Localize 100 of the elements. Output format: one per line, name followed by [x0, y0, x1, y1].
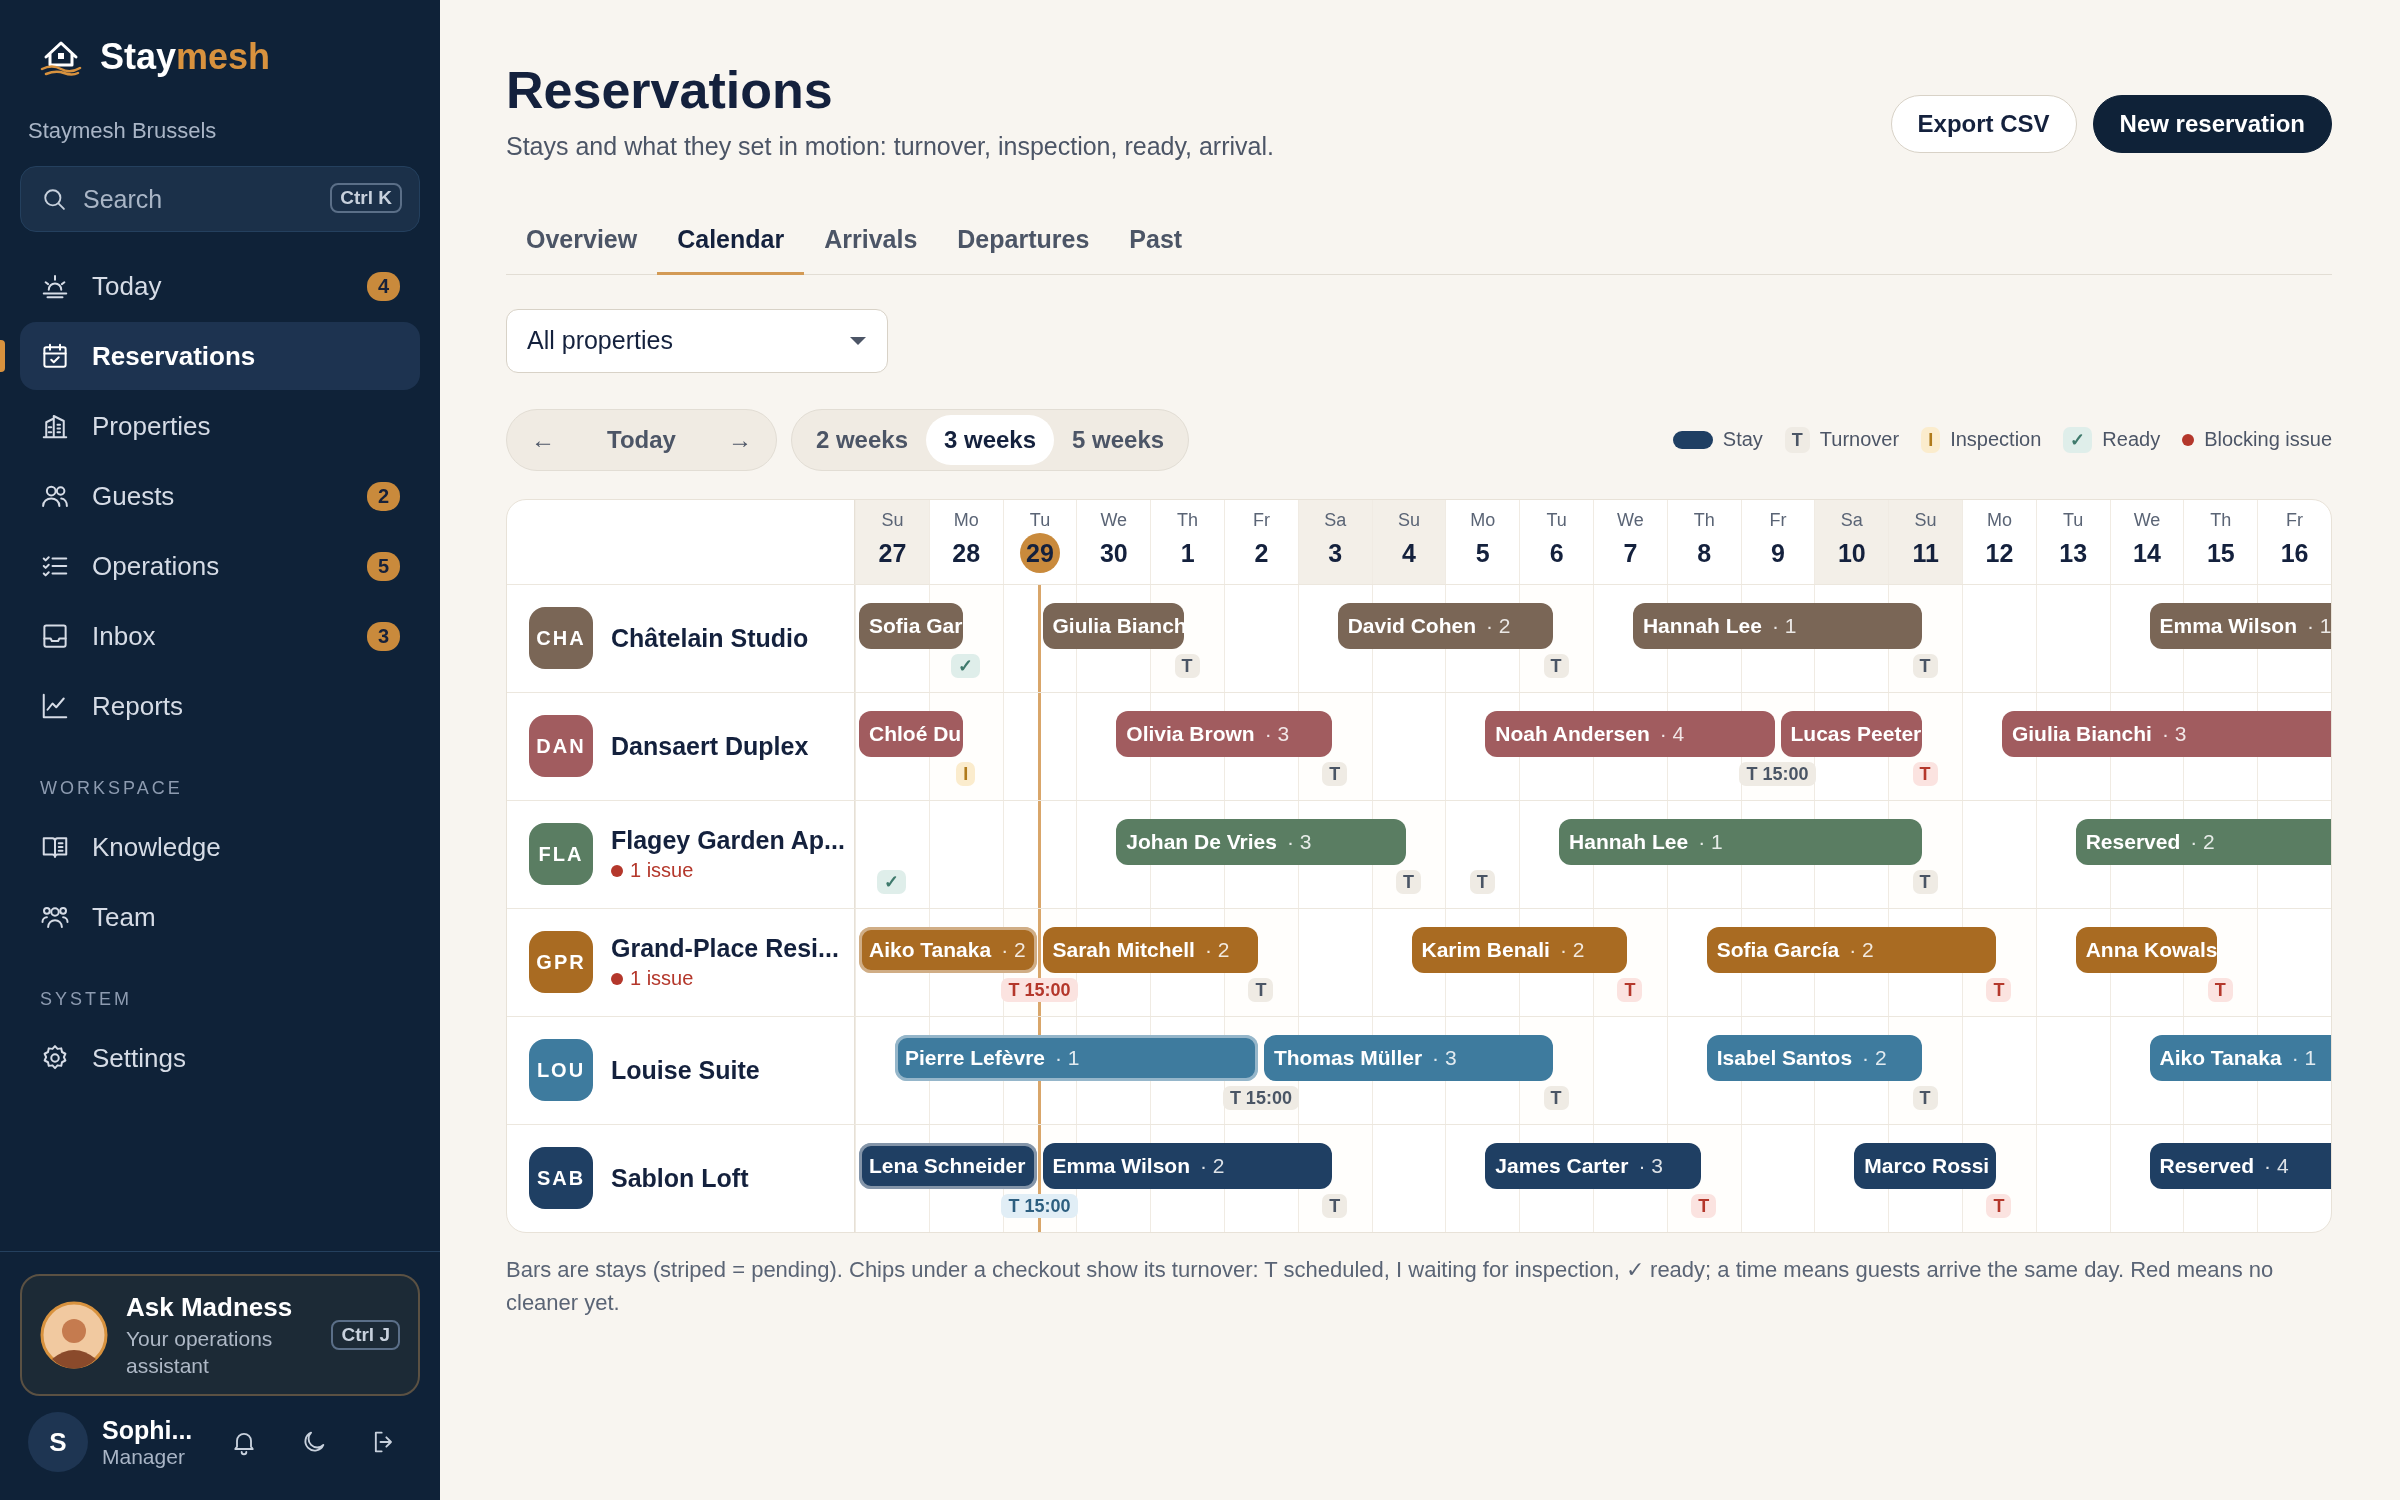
- turnover-chip: T 15:00: [1001, 1193, 1078, 1218]
- turnover-chip: T 15:00: [1222, 1085, 1299, 1110]
- stay-swatch: [1672, 430, 1713, 449]
- brand-name: Staymesh: [100, 36, 271, 78]
- tab[interactable]: Arrivals: [804, 213, 938, 275]
- count-badge: 4: [366, 271, 400, 301]
- issue-dot: [2182, 433, 2195, 446]
- nav-item[interactable]: Operations 5: [20, 532, 420, 600]
- nav-item[interactable]: Today 4: [20, 252, 420, 320]
- legend-chip: I: [1921, 426, 1941, 453]
- property-name: Châtelain Studio: [611, 623, 809, 653]
- nav-item[interactable]: Properties: [20, 392, 420, 460]
- assistant-subtitle: Your operations assistant: [126, 1325, 274, 1379]
- day-header: Tu 13: [2035, 499, 2110, 584]
- stay-bar[interactable]: Johan De Vries · 3: [1116, 818, 1406, 865]
- new-reservation-button[interactable]: New reservation: [2092, 95, 2332, 153]
- stay-bar[interactable]: Emma Wilson · 2: [1042, 1142, 1332, 1189]
- day-header: Mo 12: [1962, 499, 2036, 584]
- page-subtitle: Stays and what they set in motion: turnover, inspection, ready, arrival.: [506, 132, 1274, 161]
- tab[interactable]: Departures: [937, 213, 1110, 275]
- chart-icon: [40, 691, 70, 721]
- footnote: Bars are stays (striped = pending). Chips under a checkout show its turnover: T scheduled, I waiting for inspection, ✓ ready; a time means guests arrive the same day. Red means no cleaner yet.: [506, 1255, 2275, 1317]
- export-button[interactable]: Export CSV: [1890, 95, 2077, 153]
- stay-bar[interactable]: Karim Benali · 2: [1411, 926, 1627, 973]
- stay-bar[interactable]: Lena Schneider: [859, 1142, 1037, 1189]
- stay-bar[interactable]: Hannah Lee · 1: [1559, 818, 1923, 865]
- turnover-chip: T 15:00: [1001, 977, 1078, 1002]
- previous-button[interactable]: ←: [513, 414, 573, 465]
- section-heading: WORKSPACE: [39, 777, 184, 800]
- property-avatar: FLA: [529, 823, 593, 885]
- day-header: Th 1: [1150, 499, 1224, 584]
- day-header: Mo 28: [928, 499, 1003, 584]
- nav-item[interactable]: Guests 2: [20, 462, 420, 530]
- stay-bar[interactable]: Isabel Santos · 2: [1706, 1034, 1923, 1081]
- assistant-card[interactable]: Ask Madness Your operations assistant Ctrl J: [20, 1274, 420, 1396]
- day-header: Su 27: [855, 499, 929, 584]
- nav-item[interactable]: Reservations: [20, 322, 420, 390]
- today-button[interactable]: Today: [573, 414, 710, 465]
- next-button[interactable]: →: [709, 414, 770, 465]
- stay-bar[interactable]: Reserved · 2: [2075, 818, 2331, 865]
- tab[interactable]: Overview: [506, 213, 658, 275]
- avatar-icon: [40, 1301, 108, 1369]
- stay-bar[interactable]: David Cohen · 2: [1337, 602, 1554, 649]
- stay-bar[interactable]: Thomas Müller · 3: [1263, 1034, 1554, 1081]
- turnover-chip: T 15:00: [1739, 761, 1816, 786]
- stay-bar[interactable]: Chloé Du: [859, 710, 963, 757]
- day-header: Sa 3: [1297, 499, 1372, 584]
- user-avatar: S: [28, 1412, 88, 1472]
- stay-bar[interactable]: Sofia García · 2: [1706, 926, 1996, 973]
- stay-bar[interactable]: Aiko Tanaka · 1: [2149, 1034, 2331, 1081]
- property-avatar: SAB: [529, 1147, 593, 1209]
- day-header: Tu 29: [1002, 499, 1077, 584]
- nav-item[interactable]: Team: [20, 883, 420, 951]
- legend-label: Turnover: [1819, 428, 1900, 451]
- nav-item[interactable]: Settings: [20, 1024, 420, 1092]
- property-avatar: LOU: [529, 1039, 593, 1101]
- legend-chip: T: [1784, 426, 1810, 453]
- count-badge: 3: [366, 621, 400, 651]
- range-option[interactable]: 2 weeks: [797, 414, 926, 465]
- stay-bar[interactable]: James Carter · 3: [1485, 1142, 1701, 1189]
- range-option[interactable]: 5 weeks: [1054, 414, 1183, 465]
- property-avatar: DAN: [529, 715, 593, 777]
- day-header: Su 11: [1888, 499, 1962, 584]
- stay-bar[interactable]: Emma Wilson · 1: [2149, 602, 2331, 649]
- caret-icon: [849, 335, 867, 346]
- tab[interactable]: Calendar: [657, 213, 805, 275]
- stay-bar[interactable]: Giulia Bianchi · 3: [2001, 710, 2331, 757]
- nav-item[interactable]: Knowledge: [20, 813, 420, 881]
- assistant-title: Ask Madness: [126, 1291, 294, 1323]
- turnover-chip: ✓: [877, 869, 907, 894]
- section-heading: SYSTEM: [39, 988, 133, 1011]
- stay-bar[interactable]: Reserved · 4: [2149, 1142, 2331, 1189]
- stay-bar[interactable]: Anna Kowals: [2075, 926, 2218, 973]
- stay-bar[interactable]: Aiko Tanaka · 2: [859, 926, 1037, 973]
- stay-bar[interactable]: Hannah Lee · 1: [1632, 602, 1923, 649]
- legend-label: Blocking issue: [2204, 428, 2332, 451]
- workspace-name: Staymesh Brussels: [27, 117, 218, 144]
- nav-item[interactable]: Reports: [20, 672, 420, 740]
- range-option[interactable]: 3 weeks: [926, 414, 1055, 465]
- legend-chip: ✓: [2063, 426, 2093, 453]
- turnover-chip: T: [1469, 869, 1495, 894]
- stay-bar[interactable]: Lucas Peeter: [1780, 710, 1923, 757]
- legend-label: Ready: [2102, 428, 2161, 451]
- stay-bar[interactable]: Sofia Gar: [859, 602, 963, 649]
- legend-label: Inspection: [1950, 428, 2042, 451]
- stay-bar[interactable]: Sarah Mitchell · 2: [1042, 926, 1258, 973]
- stay-bar[interactable]: Marco Rossi: [1854, 1142, 1996, 1189]
- stay-bar[interactable]: Giulia Bianch: [1042, 602, 1185, 649]
- stay-bar[interactable]: Olivia Brown · 3: [1116, 710, 1332, 757]
- property-dropdown[interactable]: All properties: [506, 308, 888, 373]
- day-header: Fr 16: [2257, 499, 2331, 584]
- day-header: Th 15: [2183, 499, 2258, 584]
- stay-bar[interactable]: Noah Andersen · 4: [1485, 710, 1775, 757]
- nav-item[interactable]: Inbox 3: [20, 602, 420, 670]
- stay-bar[interactable]: Pierre Lefèvre · 1: [894, 1034, 1258, 1081]
- day-header: Th 8: [1666, 499, 1741, 584]
- day-header: Tu 6: [1519, 499, 1593, 584]
- day-header: Mo 5: [1445, 499, 1520, 584]
- tab[interactable]: Past: [1109, 213, 1203, 275]
- shortcut-key: Ctrl J: [331, 1320, 400, 1350]
